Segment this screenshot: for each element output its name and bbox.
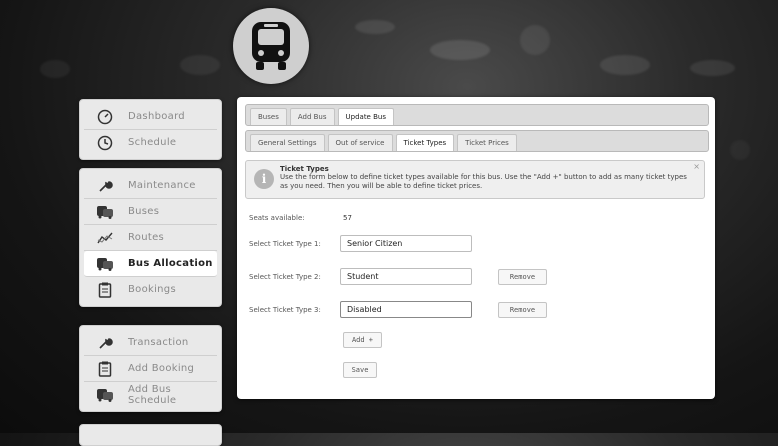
- tab-out-of-service[interactable]: Out of service: [327, 134, 393, 151]
- dashboard-gauge-icon: [96, 108, 114, 126]
- sidebar-item-dashboard[interactable]: Dashboard: [84, 104, 217, 130]
- sidebar-group-transaction: Transaction Add Booking Add Bus Schedule: [79, 325, 222, 412]
- ticket-type-2-label: Select Ticket Type 2:: [249, 273, 321, 281]
- info-icon: i: [254, 169, 274, 189]
- bus-logo: [233, 8, 309, 84]
- sidebar-item-label: Add Booking: [128, 363, 195, 374]
- sidebar-item-add-booking[interactable]: Add Booking: [84, 356, 217, 382]
- tab-add-bus[interactable]: Add Bus: [289, 108, 335, 125]
- wrench-icon: [96, 334, 114, 352]
- info-title: Ticket Types: [280, 165, 329, 173]
- save-button[interactable]: Save: [343, 362, 377, 378]
- tab-ticket-prices[interactable]: Ticket Prices: [457, 134, 517, 151]
- bus-icon: [96, 386, 114, 404]
- sidebar-item-schedule[interactable]: Schedule: [84, 130, 217, 155]
- sidebar-group-more: [79, 424, 222, 446]
- main-tabs: Buses Add Bus Update Bus: [245, 104, 709, 126]
- sidebar-item-label: Transaction: [128, 337, 189, 348]
- clipboard-icon: [96, 281, 114, 299]
- remove-ticket-type-3-button[interactable]: Remove: [498, 302, 547, 318]
- ticket-type-1-label: Select Ticket Type 1:: [249, 240, 321, 248]
- tab-ticket-types[interactable]: Ticket Types: [395, 134, 455, 151]
- tab-buses[interactable]: Buses: [250, 108, 287, 125]
- sidebar-item-add-bus-schedule[interactable]: Add Bus Schedule: [84, 382, 217, 407]
- clock-icon: [96, 134, 114, 152]
- tab-update-bus[interactable]: Update Bus: [337, 108, 394, 125]
- bus-icon: [96, 255, 114, 273]
- sidebar-item-label: Bookings: [128, 284, 176, 295]
- sidebar-item-label: Dashboard: [128, 111, 185, 122]
- ticket-type-2-input[interactable]: Student: [340, 268, 472, 285]
- sidebar-item-label: Routes: [128, 232, 165, 243]
- add-ticket-type-button[interactable]: Add +: [343, 332, 382, 348]
- sidebar-item-label: Add Bus Schedule: [128, 383, 177, 406]
- sidebar-item-label: Maintenance: [128, 180, 196, 191]
- sidebar-item-buses[interactable]: Buses: [84, 199, 217, 225]
- ticket-type-1-input[interactable]: Senior Citizen: [340, 235, 472, 252]
- sidebar-item-bus-allocation[interactable]: Bus Allocation: [84, 251, 217, 277]
- routes-chart-icon: [96, 229, 114, 247]
- sidebar-group-main: Dashboard Schedule: [79, 99, 222, 160]
- sidebar-group-maintenance: Maintenance Buses Routes Bus Allocation …: [79, 168, 222, 307]
- clipboard-icon: [96, 360, 114, 378]
- wrench-icon: [96, 177, 114, 195]
- sidebar-item-maintenance[interactable]: Maintenance: [84, 173, 217, 199]
- sidebar-item-label: Schedule: [128, 137, 177, 148]
- ticket-type-3-label: Select Ticket Type 3:: [249, 306, 321, 314]
- update-bus-panel: Buses Add Bus Update Bus General Setting…: [237, 97, 715, 399]
- tab-general-settings[interactable]: General Settings: [250, 134, 325, 151]
- sub-tabs: General Settings Out of service Ticket T…: [245, 130, 709, 152]
- bus-front-icon: [252, 22, 290, 70]
- info-body: Use the form below to define ticket type…: [280, 173, 687, 190]
- remove-ticket-type-2-button[interactable]: Remove: [498, 269, 547, 285]
- sidebar-item-transaction[interactable]: Transaction: [84, 330, 217, 356]
- sidebar-item-routes[interactable]: Routes: [84, 225, 217, 251]
- close-icon[interactable]: ×: [693, 162, 700, 171]
- sidebar-item-label: Bus Allocation: [128, 258, 213, 269]
- bus-icon: [96, 203, 114, 221]
- seats-available-value: 57: [343, 214, 352, 222]
- sidebar-item-bookings[interactable]: Bookings: [84, 277, 217, 302]
- seats-available-label: Seats available:: [249, 214, 305, 222]
- info-box: i Ticket Types Use the form below to def…: [245, 160, 705, 199]
- sidebar-item-label: Buses: [128, 206, 160, 217]
- ticket-type-3-input[interactable]: Disabled: [340, 301, 472, 318]
